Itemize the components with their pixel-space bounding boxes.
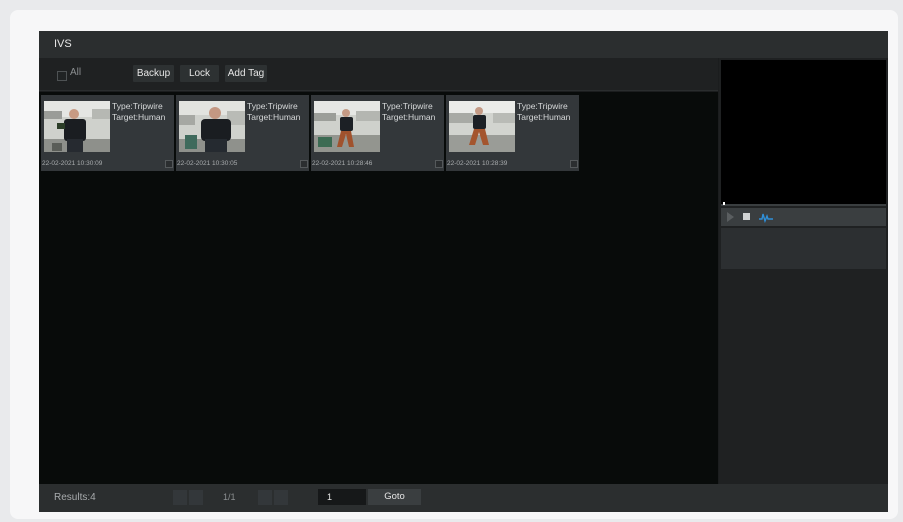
lock-button[interactable]: Lock <box>180 65 219 82</box>
stop-icon[interactable] <box>743 213 750 220</box>
results-grid: Type:Tripwire Target:Human 22-02-2021 10… <box>39 92 718 484</box>
add-tag-button[interactable]: Add Tag <box>225 65 267 82</box>
goto-button[interactable]: Goto <box>368 489 421 505</box>
record-thumbnail[interactable] <box>179 101 245 152</box>
record-card[interactable]: Type:Tripwire Target:Human 22-02-2021 10… <box>311 95 444 171</box>
select-all-label: All <box>70 67 82 78</box>
footer-bar: Results:4 1/1 Goto <box>39 484 888 512</box>
record-card[interactable]: Type:Tripwire Target:Human 22-02-2021 10… <box>41 95 174 171</box>
toolbar: All Backup Lock Add Tag <box>39 58 718 91</box>
record-checkbox[interactable] <box>435 160 443 168</box>
record-target: Target:Human <box>382 112 436 122</box>
record-type: Type:Tripwire <box>247 101 298 111</box>
record-checkbox[interactable] <box>570 160 578 168</box>
results-count: Results:4 <box>54 492 96 503</box>
record-detail-box <box>721 228 886 269</box>
prev-page-button[interactable] <box>189 490 203 505</box>
record-thumbnail[interactable] <box>449 101 515 152</box>
record-target: Target:Human <box>517 112 571 122</box>
clip-icon[interactable] <box>758 211 774 223</box>
page-number-input[interactable] <box>318 489 366 505</box>
video-preview[interactable] <box>721 60 886 206</box>
record-checkbox[interactable] <box>165 160 173 168</box>
record-type: Type:Tripwire <box>517 101 568 111</box>
record-time: 22-02-2021 10:28:46 <box>312 160 373 167</box>
record-target: Target:Human <box>112 112 166 122</box>
play-icon[interactable] <box>727 212 734 222</box>
record-thumbnail[interactable] <box>314 101 380 152</box>
record-thumbnail[interactable] <box>44 101 110 152</box>
record-info: Type:Tripwire Target:Human <box>112 101 165 123</box>
record-checkbox[interactable] <box>300 160 308 168</box>
first-page-button[interactable] <box>173 490 187 505</box>
select-all-checkbox[interactable] <box>57 71 67 81</box>
page-indicator: 1/1 <box>223 492 236 502</box>
record-info: Type:Tripwire Target:Human <box>517 101 570 123</box>
playback-controls <box>721 208 886 226</box>
backup-button[interactable]: Backup <box>133 65 174 82</box>
preview-panel <box>719 58 888 484</box>
next-page-button[interactable] <box>258 490 272 505</box>
record-info: Type:Tripwire Target:Human <box>382 101 435 123</box>
record-target: Target:Human <box>247 112 301 122</box>
record-time: 22-02-2021 10:30:09 <box>42 160 103 167</box>
window-title: IVS <box>39 31 888 58</box>
record-card[interactable]: Type:Tripwire Target:Human 22-02-2021 10… <box>176 95 309 171</box>
last-page-button[interactable] <box>274 490 288 505</box>
playback-progress-marker[interactable] <box>723 202 725 205</box>
record-info: Type:Tripwire Target:Human <box>247 101 300 123</box>
ivs-window: IVS All Backup Lock Add Tag Type:Tripwir… <box>39 31 888 512</box>
record-type: Type:Tripwire <box>112 101 163 111</box>
record-time: 22-02-2021 10:30:05 <box>177 160 238 167</box>
record-type: Type:Tripwire <box>382 101 433 111</box>
record-time: 22-02-2021 10:28:39 <box>447 160 508 167</box>
record-card[interactable]: Type:Tripwire Target:Human 22-02-2021 10… <box>446 95 579 171</box>
